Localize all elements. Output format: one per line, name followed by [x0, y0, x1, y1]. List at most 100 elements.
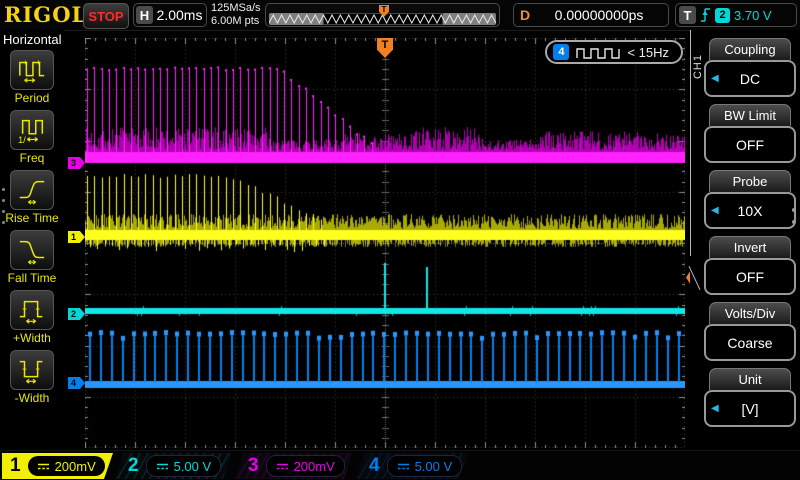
menu-item-minus-width: -Width — [0, 350, 64, 405]
square-wave-icon — [576, 47, 621, 59]
channel-status-bar: 1 200mV 2 5.00 V 3 200mV 4 5.00 V — [0, 450, 800, 480]
left-menu-title: Horizontal — [3, 32, 62, 47]
ch4-position-marker[interactable]: 4 — [68, 377, 85, 389]
menu-item-fall-time: Fall Time — [0, 230, 64, 285]
volts-div-title: Volts/Div — [709, 302, 791, 324]
rise-time-button[interactable] — [10, 170, 54, 210]
invert-setting[interactable]: Invert OFF — [704, 236, 796, 295]
trigger-source-badge: 2 — [715, 7, 730, 23]
coupling-title: Coupling — [709, 38, 791, 60]
ch4-scale-box: 5.00 V — [387, 455, 463, 477]
minus-width-label: -Width — [14, 391, 50, 405]
period-icon — [19, 60, 45, 83]
coupling-value-button[interactable]: ◀ DC — [704, 60, 796, 97]
ch4-scale-value: 5.00 V — [414, 458, 453, 474]
frequency-counter-badge: 4 < 15Hz — [545, 40, 683, 64]
dc-coupling-icon — [37, 462, 50, 471]
volts-div-value-button[interactable]: Coarse — [704, 324, 796, 361]
ch2-scale-box: 5.00 V — [146, 455, 222, 477]
menu-item-period: Period — [0, 50, 64, 105]
unit-setting[interactable]: Unit ◀ [V] — [704, 368, 796, 427]
ch3-number: 3 — [248, 455, 259, 476]
rigol-logo: RIGOL — [4, 2, 88, 27]
plus-width-label: +Width — [13, 331, 51, 345]
delay-tag: D — [520, 7, 531, 23]
unit-value-button[interactable]: ◀ [V] — [704, 390, 796, 427]
volts-div-setting[interactable]: Volts/Div Coarse — [704, 302, 796, 361]
bw-limit-value-button[interactable]: OFF — [704, 126, 796, 163]
probe-value: 10X — [737, 202, 763, 219]
unit-value: [V] — [741, 400, 759, 417]
rise-time-icon — [19, 180, 45, 205]
trigger-info-box[interactable]: T 2 3.70 V — [675, 3, 797, 27]
bw-limit-setting[interactable]: BW Limit OFF — [704, 104, 796, 163]
ch3-scale-value: 200mV — [293, 458, 335, 474]
ch2-position-marker[interactable]: 2 — [68, 308, 85, 320]
counter-channel-badge: 4 — [553, 44, 570, 60]
freq-button[interactable]: 1/ — [10, 110, 54, 150]
plus-width-button[interactable] — [10, 290, 54, 330]
sample-rate: 125MSa/s — [211, 2, 261, 14]
run-state-indicator[interactable]: STOP — [83, 3, 129, 29]
channel-settings-menu: CH1 Coupling ◀ DC BW Limit OFF Probe ◀ 1… — [688, 30, 800, 450]
invert-value: OFF — [736, 268, 764, 285]
ch2-badge[interactable]: 2 5.00 V — [115, 453, 232, 479]
waveform-memory-preview[interactable]: T — [265, 3, 500, 27]
probe-setting[interactable]: Probe ◀ 10X — [704, 170, 796, 229]
trigger-delay-box[interactable]: D 0.00000000ps — [513, 3, 669, 27]
horizontal-measure-menu: Horizontal Period 1/ Freq Rise Time Fall… — [0, 30, 64, 450]
menu-page-dots — [2, 188, 5, 224]
ch1-position-marker[interactable]: 1 — [68, 231, 85, 243]
ch1-badge[interactable]: 1 200mV — [2, 453, 113, 479]
svg-text:1/: 1/ — [18, 135, 26, 145]
trigger-level-value: 3.70 V — [734, 7, 772, 23]
bw-limit-title: BW Limit — [709, 104, 791, 126]
period-button[interactable] — [10, 50, 54, 90]
fall-time-icon — [19, 240, 45, 265]
period-label: Period — [14, 91, 50, 105]
dc-coupling-icon — [397, 462, 410, 471]
memory-depth: 6.00M pts — [211, 15, 260, 27]
freq-label: Freq — [19, 151, 45, 165]
timebase-value: 2.00ms — [156, 7, 203, 23]
rising-edge-icon — [701, 8, 710, 22]
fall-time-label: Fall Time — [7, 271, 57, 285]
ch4-badge[interactable]: 4 5.00 V — [356, 453, 468, 479]
invert-value-button[interactable]: OFF — [704, 258, 796, 295]
ch3-position-marker[interactable]: 3 — [68, 157, 85, 169]
volts-div-value: Coarse — [727, 334, 773, 351]
horizontal-tag: H — [136, 6, 153, 24]
freq-icon: 1/ — [18, 119, 44, 145]
chevron-left-icon: ◀ — [711, 403, 719, 414]
ch3-scale-box: 200mV — [266, 455, 345, 477]
ch3-badge[interactable]: 3 200mV — [235, 453, 353, 479]
counter-value: < 15Hz — [627, 44, 669, 60]
minus-width-button[interactable] — [10, 350, 54, 390]
delay-value: 0.00000000ps — [554, 7, 644, 23]
coupling-value: DC — [739, 70, 761, 87]
horizontal-timebase-box[interactable]: H 2.00ms — [133, 3, 207, 27]
dc-coupling-icon — [156, 462, 169, 471]
coupling-setting[interactable]: Coupling ◀ DC — [704, 38, 796, 97]
fall-time-button[interactable] — [10, 230, 54, 270]
waveform-canvas — [85, 38, 685, 448]
chevron-left-icon: ◀ — [711, 205, 719, 216]
minus-width-icon — [19, 360, 43, 384]
bw-limit-value: OFF — [736, 136, 764, 153]
probe-value-button[interactable]: ◀ 10X — [704, 192, 796, 229]
graticule-display: 3 1 2 4 T T 4 < 15Hz — [68, 38, 701, 448]
invert-title: Invert — [709, 236, 791, 258]
menu-item-rise-time: Rise Time — [0, 170, 64, 225]
probe-title: Probe — [709, 170, 791, 192]
ch1-scale-box: 200mV — [28, 456, 105, 476]
top-status-bar: RIGOL STOP H 2.00ms 125MSa/s 6.00M pts T… — [0, 0, 800, 31]
ch4-number: 4 — [369, 455, 380, 476]
active-channel-tab: CH1 — [692, 54, 704, 80]
rise-time-label: Rise Time — [5, 211, 59, 225]
acquisition-info: 125MSa/s 6.00M pts — [211, 2, 261, 28]
menu-item-plus-width: +Width — [0, 290, 64, 345]
chevron-left-icon: ◀ — [711, 73, 719, 84]
oscilloscope-screen: RIGOL STOP H 2.00ms 125MSa/s 6.00M pts T… — [0, 0, 800, 480]
menu-tab-line — [690, 30, 691, 256]
plus-width-icon — [19, 300, 43, 324]
